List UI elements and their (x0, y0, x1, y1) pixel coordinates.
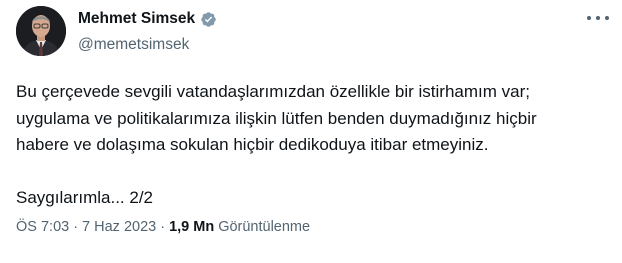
tweet-text-line: Saygılarımla... 2/2 (16, 188, 154, 207)
tweet-header: Mehmet Simsek @memetsimsek (16, 6, 217, 56)
tweet-text-line: habere ve dolaşıma sokulan hiçbir dediko… (16, 135, 489, 154)
meta-separator: · (73, 219, 79, 235)
more-dot (605, 16, 609, 20)
author-handle[interactable]: @memetsimsek (78, 36, 217, 54)
meta-separator: · (160, 219, 166, 235)
tweet-text: Bu çerçevede sevgili vatandaşlarımızdan … (16, 79, 606, 212)
name-row: Mehmet Simsek (78, 10, 217, 28)
tweet-meta: ÖS 7:03 · 7 Haz 2023 · 1,9 Mn Görüntülen… (16, 219, 310, 235)
tweet-date[interactable]: 7 Haz 2023 (82, 219, 156, 235)
tweet-card: Mehmet Simsek @memetsimsek Bu çerçevede … (0, 0, 622, 263)
tweet-text-line: Bu çerçevede sevgili vatandaşlarımızdan … (16, 82, 530, 101)
tweet-time[interactable]: ÖS 7:03 (16, 219, 69, 235)
verified-badge-icon[interactable] (200, 11, 217, 28)
views-label: Görüntülenme (218, 219, 311, 235)
tweet-text-line: uygulama ve politikalarımıza ilişkin lüt… (16, 108, 537, 128)
more-dot (596, 16, 600, 20)
more-dot (587, 16, 591, 20)
more-options-icon[interactable] (587, 14, 609, 22)
author-names: Mehmet Simsek @memetsimsek (78, 10, 217, 54)
views-count[interactable]: 1,9 Mn (169, 219, 214, 235)
author-display-name[interactable]: Mehmet Simsek (78, 10, 195, 28)
avatar[interactable] (16, 6, 66, 56)
